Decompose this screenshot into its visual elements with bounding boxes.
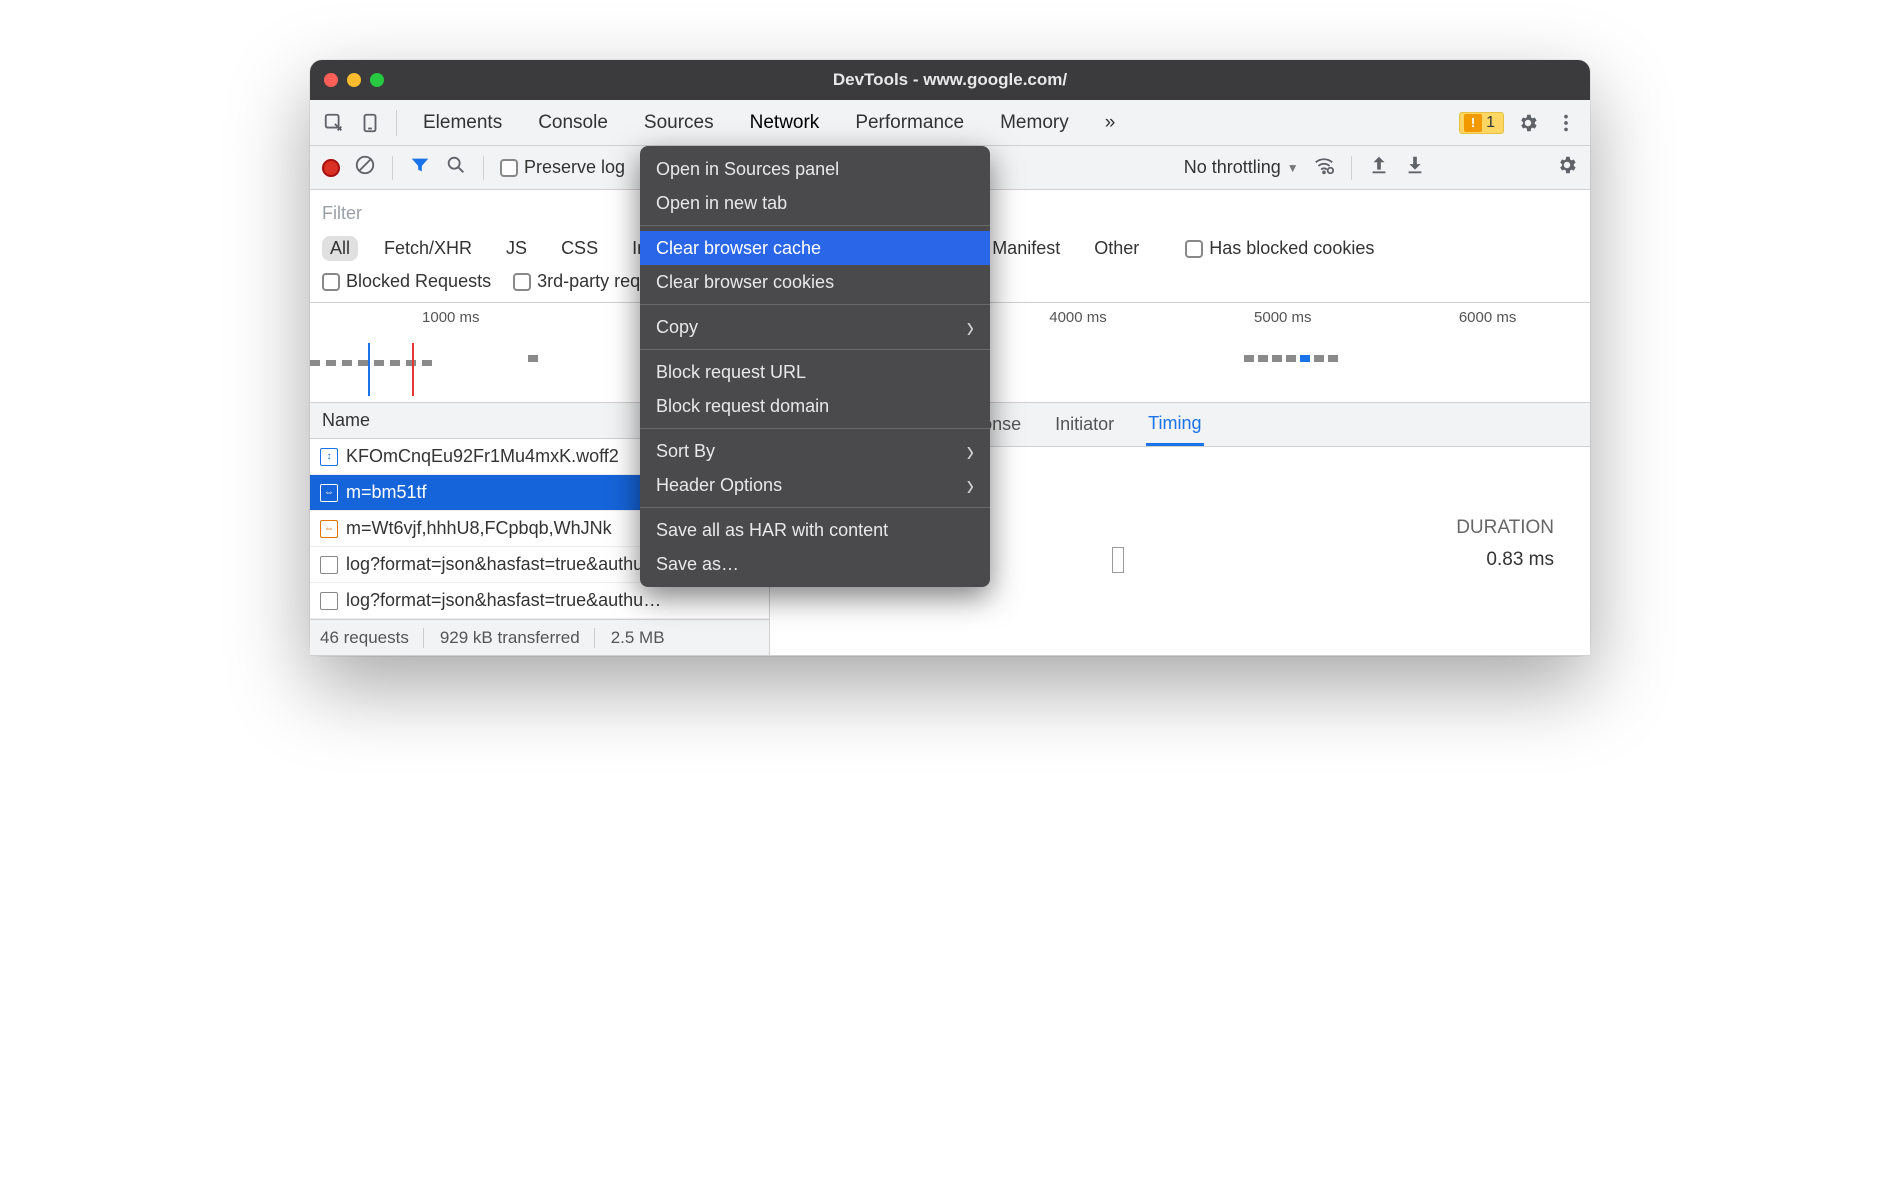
traffic-lights xyxy=(324,73,384,87)
overview-tick: 4000 ms xyxy=(1049,309,1107,326)
network-settings-icon[interactable] xyxy=(1556,154,1578,181)
overview-tick: 1000 ms xyxy=(422,309,480,326)
context-menu: Open in Sources panel Open in new tab Cl… xyxy=(640,146,990,587)
preserve-log-checkbox[interactable]: Preserve log xyxy=(500,157,625,178)
close-icon[interactable] xyxy=(324,73,338,87)
has-blocked-cookies-checkbox[interactable]: Has blocked cookies xyxy=(1185,238,1374,259)
filter-js[interactable]: JS xyxy=(498,236,535,261)
duration-header: DURATION xyxy=(1456,517,1554,539)
filter-input[interactable]: Filter xyxy=(322,203,362,224)
search-icon[interactable] xyxy=(445,154,467,181)
request-count: 46 requests xyxy=(320,628,424,648)
tab-elements[interactable]: Elements xyxy=(409,112,516,134)
filter-fetch-xhr[interactable]: Fetch/XHR xyxy=(376,236,480,261)
titlebar: DevTools - www.google.com/ xyxy=(310,60,1590,100)
ctx-block-domain[interactable]: Block request domain xyxy=(640,389,990,423)
separator xyxy=(1351,156,1352,180)
ctx-block-url[interactable]: Block request URL xyxy=(640,355,990,389)
filter-css[interactable]: CSS xyxy=(553,236,606,261)
throttling-select[interactable]: No throttling ▼ xyxy=(1184,157,1299,178)
ctx-separator xyxy=(640,507,990,508)
checkbox-icon xyxy=(1185,240,1203,258)
checkbox-icon xyxy=(322,273,340,291)
overview-tick: 6000 ms xyxy=(1459,309,1517,326)
network-conditions-icon[interactable] xyxy=(1313,154,1335,181)
ctx-save-har[interactable]: Save all as HAR with content xyxy=(640,513,990,547)
ctx-clear-cookies[interactable]: Clear browser cookies xyxy=(640,265,990,299)
request-name: KFOmCnqEu92Fr1Mu4mxK.woff2 xyxy=(346,446,619,467)
filter-other[interactable]: Other xyxy=(1086,236,1147,261)
throttling-label: No throttling xyxy=(1184,157,1281,178)
warning-badge[interactable]: ! 1 xyxy=(1459,112,1504,134)
clear-icon[interactable] xyxy=(354,154,376,181)
tab-sources[interactable]: Sources xyxy=(630,112,728,134)
filter-all[interactable]: All xyxy=(322,236,358,261)
ctx-open-new-tab[interactable]: Open in new tab xyxy=(640,186,990,220)
checkbox-icon xyxy=(500,159,518,177)
ctx-sort-by[interactable]: Sort By xyxy=(640,434,990,468)
detail-tab-timing[interactable]: Timing xyxy=(1146,404,1203,446)
settings-icon[interactable] xyxy=(1514,109,1542,137)
file-icon xyxy=(320,556,338,574)
kebab-menu-icon[interactable] xyxy=(1552,109,1580,137)
warning-count: 1 xyxy=(1486,114,1495,132)
request-name: log?format=json&hasfast=true&authu… xyxy=(346,590,661,611)
has-blocked-cookies-label: Has blocked cookies xyxy=(1209,238,1374,259)
timing-bar-icon xyxy=(1112,547,1124,573)
request-name: log?format=json&hasfast=true&authu… xyxy=(346,554,661,575)
preserve-log-label: Preserve log xyxy=(524,157,625,178)
device-toggle-icon[interactable] xyxy=(356,109,384,137)
devtools-window: DevTools - www.google.com/ Elements Cons… xyxy=(310,60,1590,656)
record-icon[interactable] xyxy=(322,159,340,177)
request-name: m=bm51tf xyxy=(346,482,427,503)
tab-performance[interactable]: Performance xyxy=(841,112,978,134)
inspect-icon[interactable] xyxy=(320,109,348,137)
tab-memory[interactable]: Memory xyxy=(986,112,1083,134)
checkbox-icon xyxy=(513,273,531,291)
ctx-separator xyxy=(640,428,990,429)
ctx-save-as[interactable]: Save as… xyxy=(640,547,990,581)
tab-network[interactable]: Network xyxy=(736,112,834,134)
filter-icon[interactable] xyxy=(409,154,431,181)
file-icon: ↕ xyxy=(320,448,338,466)
window-title: DevTools - www.google.com/ xyxy=(310,70,1590,90)
file-icon: ⇔ xyxy=(320,520,338,538)
filter-manifest[interactable]: Manifest xyxy=(984,236,1068,261)
ctx-separator xyxy=(640,225,990,226)
request-row[interactable]: log?format=json&hasfast=true&authu… xyxy=(310,583,769,619)
queueing-duration: 0.83 ms xyxy=(1486,549,1554,571)
ctx-clear-cache[interactable]: Clear browser cache xyxy=(640,231,990,265)
ctx-separator xyxy=(640,304,990,305)
panel-tabs: Elements Console Sources Network Perform… xyxy=(310,100,1590,146)
ctx-open-sources[interactable]: Open in Sources panel xyxy=(640,152,990,186)
ctx-header-options[interactable]: Header Options xyxy=(640,468,990,502)
ctx-copy[interactable]: Copy xyxy=(640,310,990,344)
blocked-requests-checkbox[interactable]: Blocked Requests xyxy=(322,271,491,292)
tabs-overflow[interactable]: » xyxy=(1091,112,1130,134)
resource-size: 2.5 MB xyxy=(611,628,679,648)
status-bar: 46 requests 929 kB transferred 2.5 MB xyxy=(310,619,769,655)
blocked-requests-label: Blocked Requests xyxy=(346,271,491,292)
separator xyxy=(396,110,397,136)
transferred-size: 929 kB transferred xyxy=(440,628,595,648)
download-har-icon[interactable] xyxy=(1404,154,1426,181)
maximize-icon[interactable] xyxy=(370,73,384,87)
warning-icon: ! xyxy=(1464,114,1482,132)
detail-tab-initiator[interactable]: Initiator xyxy=(1053,405,1116,444)
overview-tick: 5000 ms xyxy=(1254,309,1312,326)
file-icon xyxy=(320,592,338,610)
tab-console[interactable]: Console xyxy=(524,112,622,134)
separator xyxy=(392,156,393,180)
minimize-icon[interactable] xyxy=(347,73,361,87)
chevron-down-icon: ▼ xyxy=(1287,161,1299,175)
upload-har-icon[interactable] xyxy=(1368,154,1390,181)
separator xyxy=(483,156,484,180)
request-name: m=Wt6vjf,hhhU8,FCpbqb,WhJNk xyxy=(346,518,612,539)
file-icon: ⇔ xyxy=(320,484,338,502)
ctx-separator xyxy=(640,349,990,350)
